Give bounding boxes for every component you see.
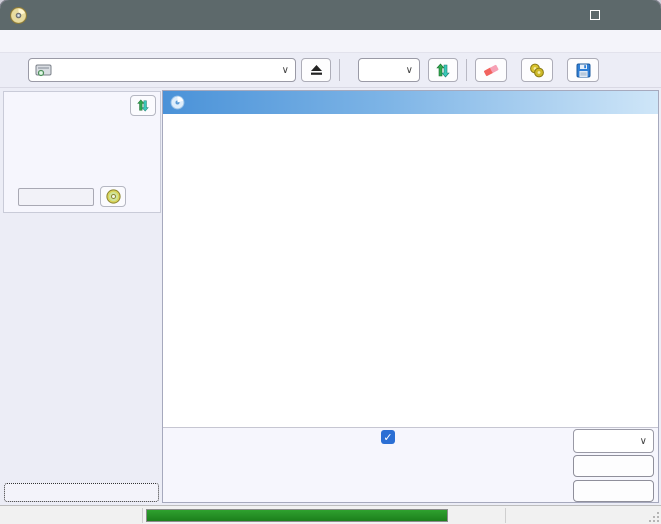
eraser-icon	[482, 63, 500, 77]
test-speed-select[interactable]: ∨	[573, 429, 654, 453]
start-full-button[interactable]	[573, 455, 654, 477]
drive-toolbar: ∨ ∨	[0, 53, 661, 88]
resize-grip[interactable]	[649, 512, 659, 522]
gold-discs-icon	[528, 63, 546, 78]
disc-info-panel	[3, 91, 161, 213]
drive-icon	[35, 63, 53, 77]
app-window: ∨ ∨	[0, 0, 661, 524]
chevron-down-icon: ∨	[406, 65, 413, 76]
chevron-down-icon: ∨	[640, 436, 647, 447]
elapsed-time	[505, 506, 640, 524]
refresh-icon	[435, 63, 451, 78]
compare-discs-button[interactable]	[521, 58, 553, 82]
minimize-button[interactable]	[529, 0, 573, 30]
disc-quality-icon	[170, 95, 185, 110]
save-icon	[576, 63, 591, 78]
menu-file[interactable]	[6, 39, 24, 43]
disc-field-length	[4, 151, 160, 168]
maximize-button[interactable]	[573, 0, 617, 30]
close-button[interactable]	[617, 0, 661, 30]
toolbar-separator	[466, 59, 467, 81]
disc-icon	[106, 189, 121, 204]
maximize-icon	[590, 10, 600, 20]
panel-header	[163, 91, 658, 114]
disc-field-mid	[4, 135, 160, 152]
jitter-checkbox[interactable]: ✓	[381, 430, 395, 444]
menu-extra[interactable]	[42, 39, 60, 43]
label-input[interactable]	[18, 188, 94, 206]
speed-select[interactable]: ∨	[358, 58, 420, 82]
ldc-chart	[163, 128, 658, 271]
status-divider	[142, 508, 143, 523]
drive-select[interactable]: ∨	[28, 58, 296, 82]
progress-bar	[146, 509, 448, 522]
app-disc-icon	[10, 7, 27, 24]
eject-icon	[310, 64, 323, 76]
bis-chart	[163, 285, 658, 426]
disc-label-button[interactable]	[100, 186, 126, 207]
save-button[interactable]	[567, 58, 599, 82]
status-bar	[0, 505, 661, 524]
disc-field-contents	[4, 168, 160, 185]
refresh-icon	[136, 99, 150, 112]
disc-field-type	[4, 118, 160, 135]
erase-disc-button[interactable]	[475, 58, 507, 82]
refresh-button[interactable]	[428, 58, 458, 82]
eject-button[interactable]	[301, 58, 331, 82]
title-bar	[0, 0, 661, 30]
start-part-button[interactable]	[573, 480, 654, 502]
sidebar	[3, 88, 161, 505]
status-window-button[interactable]	[4, 483, 159, 502]
stats-panel: ✓ ∨	[163, 427, 658, 502]
toolbar-separator	[339, 59, 340, 81]
disc-quality-panel: ✓ ∨	[162, 90, 659, 503]
menu-bar	[0, 30, 661, 53]
chevron-down-icon: ∨	[282, 65, 289, 76]
disc-refresh-button[interactable]	[130, 95, 156, 116]
menu-start-test[interactable]	[24, 39, 42, 43]
menu-help[interactable]	[60, 39, 78, 43]
